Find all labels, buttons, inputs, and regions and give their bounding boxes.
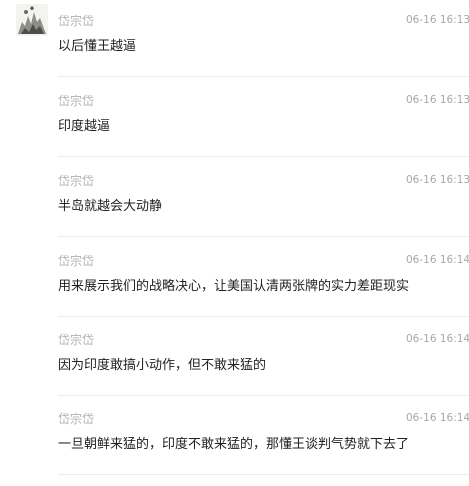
comment-item: 岱宗岱 06-16 16:13: 印度越逼 <box>0 88 469 168</box>
comment-timestamp: 06-16 16:14: <box>406 412 469 424</box>
comment-divider <box>58 156 469 157</box>
comment-username[interactable]: 岱宗岱 <box>58 93 94 109</box>
comment-timestamp: 06-16 16:13: <box>406 174 469 186</box>
comment-username[interactable]: 岱宗岱 <box>58 253 94 269</box>
comment-timestamp: 06-16 16:14: <box>406 254 469 266</box>
comment-divider <box>58 316 469 317</box>
comment-divider <box>58 474 469 475</box>
comment-timestamp: 06-16 16:14: <box>406 333 469 345</box>
comment-divider <box>58 76 469 77</box>
comment-item: 岱宗岱 06-16 16:14: 用来展示我们的战略决心，让美国认清两张牌的实力… <box>0 248 469 328</box>
comment-item: 岱宗岱 06-16 16:14: 一旦朝鲜来猛的，印度不敢来猛的，那懂王谈判气势… <box>0 406 469 486</box>
comment-divider <box>58 236 469 237</box>
comment-item: 岱宗岱 06-16 16:13: 以后懂王越逼 <box>0 8 469 88</box>
comment-text: 以后懂王越逼 <box>58 39 137 54</box>
comment-username[interactable]: 岱宗岱 <box>58 332 94 348</box>
comment-username[interactable]: 岱宗岱 <box>58 13 94 29</box>
comment-item: 岱宗岱 06-16 16:14: 因为印度敢搞小动作，但不敢来猛的 <box>0 327 469 407</box>
comment-text: 一旦朝鲜来猛的，印度不敢来猛的，那懂王谈判气势就下去了 <box>58 437 410 452</box>
comment-timestamp: 06-16 16:13: <box>406 94 469 106</box>
comment-text: 用来展示我们的战略决心，让美国认清两张牌的实力差距现实 <box>58 279 410 294</box>
comment-text: 半岛就越会大动静 <box>58 199 163 214</box>
comment-text: 因为印度敢搞小动作，但不敢来猛的 <box>58 358 267 373</box>
comment-item: 岱宗岱 06-16 16:13: 半岛就越会大动静 <box>0 168 469 248</box>
comment-username[interactable]: 岱宗岱 <box>58 411 94 427</box>
comment-text: 印度越逼 <box>58 119 111 134</box>
comment-divider <box>58 395 469 396</box>
comment-username[interactable]: 岱宗岱 <box>58 173 94 189</box>
comment-timestamp: 06-16 16:13: <box>406 14 469 26</box>
